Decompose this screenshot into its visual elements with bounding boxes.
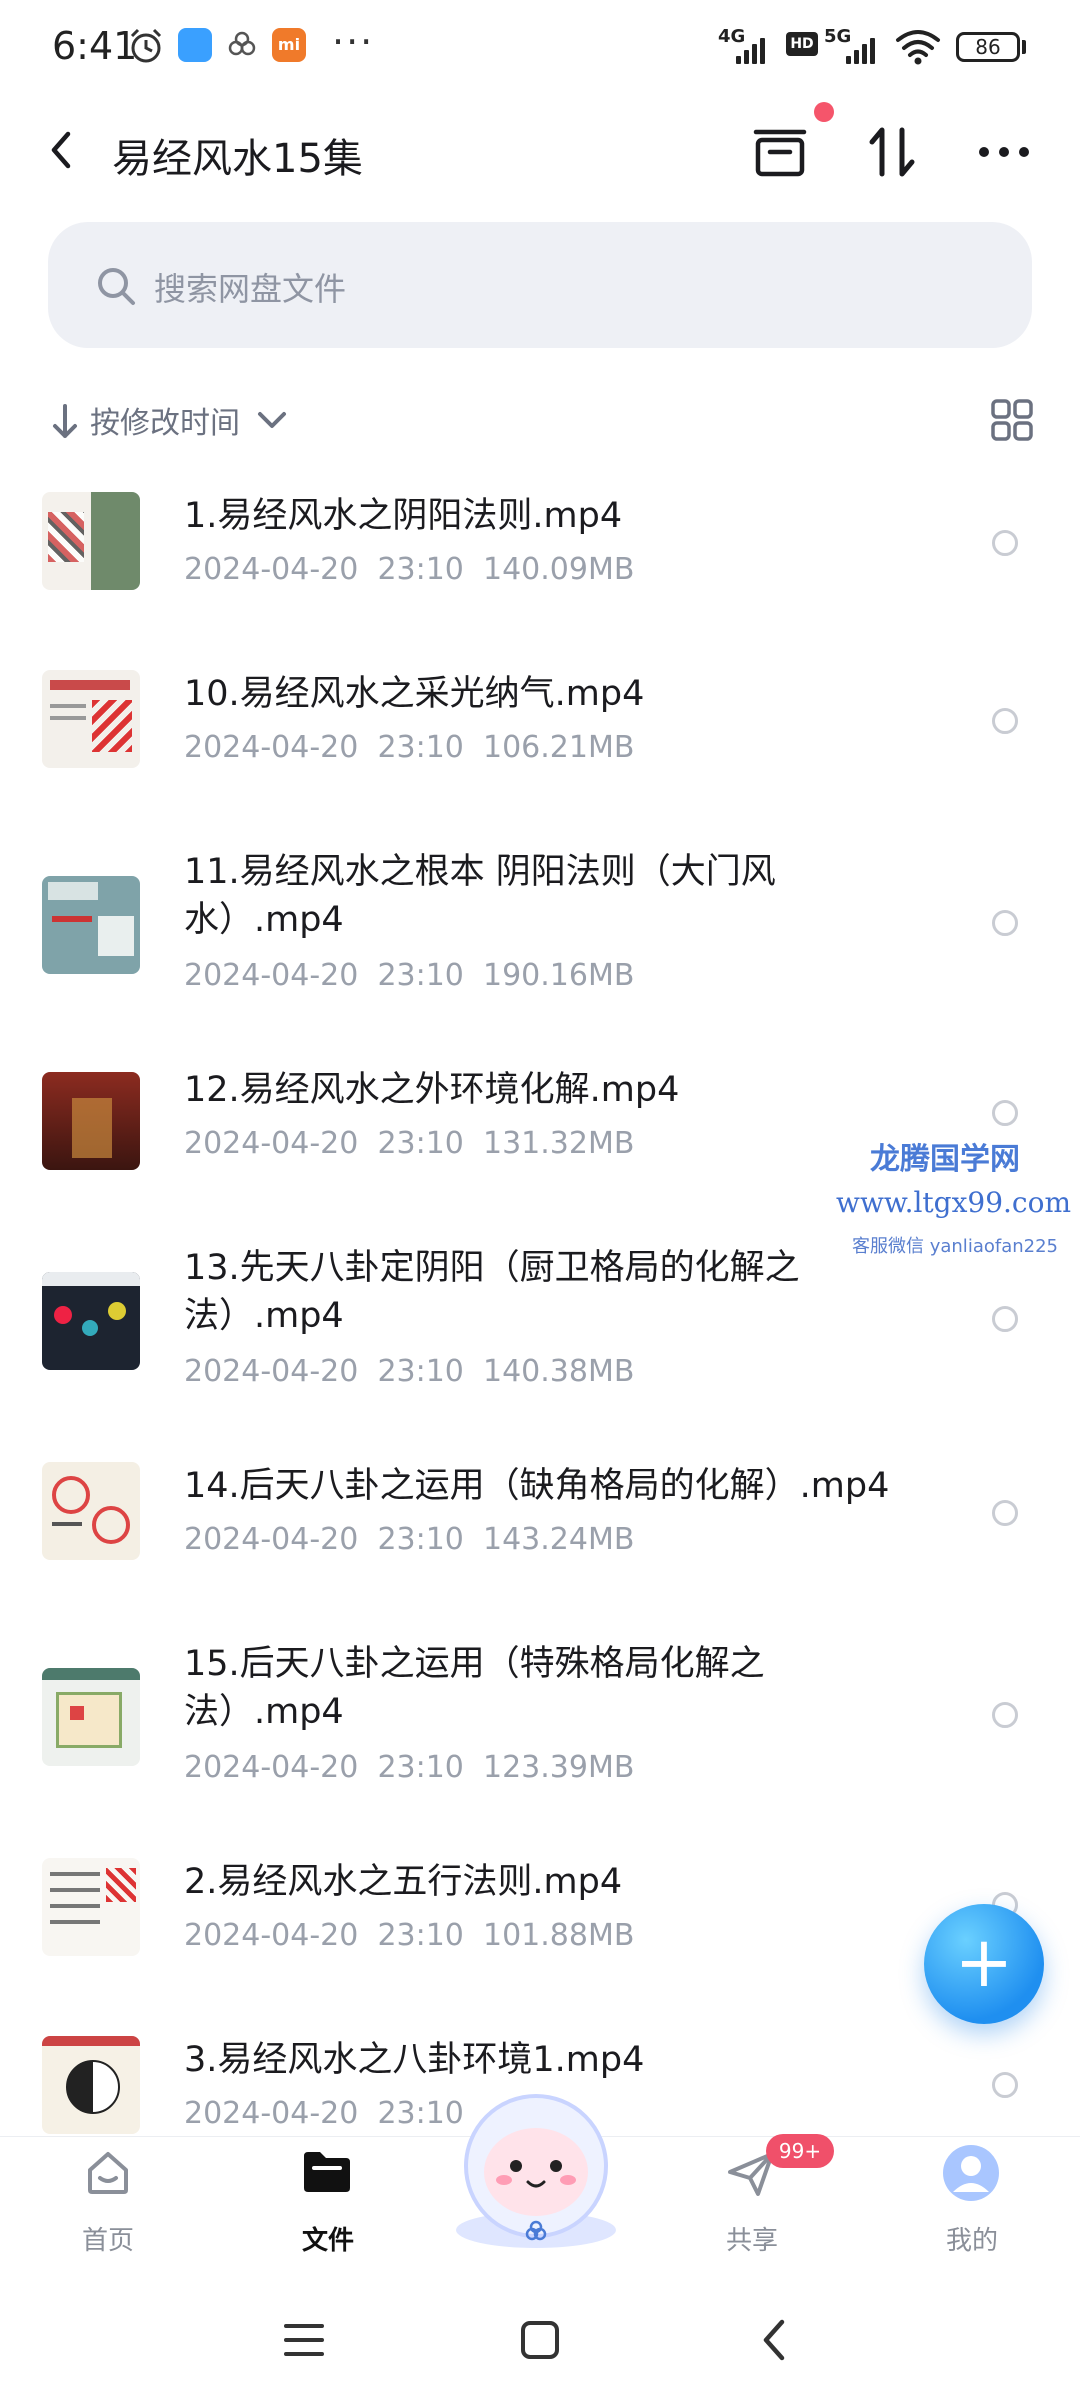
file-name: 10.易经风水之采光纳气.mp4 <box>184 674 645 714</box>
file-name: 11.易经风水之根本 阴阳法则（大门风水）.mp4 <box>184 852 776 940</box>
battery-indicator: 86 <box>956 32 1020 62</box>
tab-files[interactable]: 文件 <box>268 2220 388 2257</box>
watermark-title: 龙腾国学网 <box>870 1142 1020 1177</box>
select-checkbox[interactable] <box>992 1702 1018 1728</box>
home-square-icon[interactable] <box>518 2318 562 2362</box>
grid-view-icon[interactable] <box>990 398 1034 442</box>
select-checkbox[interactable] <box>992 1306 1018 1332</box>
video-thumbnail <box>42 1462 140 1560</box>
video-thumbnail <box>42 1272 140 1370</box>
file-name: 13.先天八卦定阴阳（厨卫格局的化解之法）.mp4 <box>184 1248 800 1336</box>
app-notification-icon <box>178 28 212 62</box>
file-meta: 2024-04-20 23:10 140.09MB <box>184 552 635 587</box>
battery-cap <box>1022 40 1026 54</box>
sort-arrows-icon[interactable] <box>866 124 918 180</box>
sort-down-icon <box>53 404 77 438</box>
notification-dot <box>814 102 834 122</box>
file-name: 3.易经风水之八卦环境1.mp4 <box>184 2040 645 2080</box>
select-checkbox[interactable] <box>992 1100 1018 1126</box>
file-name: 14.后天八卦之运用（缺角格局的化解）.mp4 <box>184 1466 890 1506</box>
file-row[interactable]: 2.易经风水之五行法则.mp4 2024-04-20 23:10 101.88M… <box>0 1856 1080 1976</box>
file-meta: 2024-04-20 23:10 131.32MB <box>184 1126 635 1161</box>
select-checkbox[interactable] <box>992 1500 1018 1526</box>
mascot-ai-button[interactable] <box>440 2080 632 2250</box>
watermark-contact: 客服微信 yanliaofan225 <box>852 1236 1058 1257</box>
video-thumbnail <box>42 2036 140 2134</box>
file-row[interactable]: 11.易经风水之根本 阴阳法则（大门风水）.mp4 2024-04-20 23:… <box>0 846 1080 1016</box>
file-meta: 2024-04-20 23:10 101.88MB <box>184 1918 635 1953</box>
file-name: 2.易经风水之五行法则.mp4 <box>184 1862 623 1902</box>
hd-badge: HD <box>786 32 818 56</box>
alarm-icon <box>130 28 162 63</box>
file-name: 12.易经风水之外环境化解.mp4 <box>184 1070 680 1110</box>
menu-icon[interactable] <box>282 2320 326 2360</box>
video-thumbnail <box>42 876 140 974</box>
file-row[interactable]: 14.后天八卦之运用（缺角格局的化解）.mp4 2024-04-20 23:10… <box>0 1460 1080 1580</box>
watermark-url: www.ltgx99.com <box>836 1186 1072 1219</box>
search-input[interactable]: 搜索网盘文件 <box>154 264 346 310</box>
select-checkbox[interactable] <box>992 708 1018 734</box>
file-meta: 2024-04-20 23:10 140.38MB <box>184 1354 635 1389</box>
status-time: 6:41 <box>52 24 138 68</box>
file-name: 1.易经风水之阴阳法则.mp4 <box>184 496 623 536</box>
file-row[interactable]: 10.易经风水之采光纳气.mp4 2024-04-20 23:10 106.21… <box>0 668 1080 788</box>
tab-home[interactable]: 首页 <box>48 2220 168 2257</box>
cloud-app-icon <box>228 31 256 56</box>
signal-5g-icon <box>846 34 875 64</box>
file-row[interactable]: 13.先天八卦定阴阳（厨卫格局的化解之法）.mp4 2024-04-20 23:… <box>0 1242 1080 1412</box>
profile-icon[interactable] <box>942 2144 1000 2202</box>
video-thumbnail <box>42 492 140 590</box>
status-overflow-icon: ··· <box>332 20 375 64</box>
add-button[interactable]: + <box>924 1904 1044 2024</box>
tab-me[interactable]: 我的 <box>912 2220 1032 2257</box>
sort-dropdown[interactable]: 按修改时间 <box>90 398 240 442</box>
select-checkbox[interactable] <box>992 530 1018 556</box>
more-options-icon[interactable] <box>976 142 1032 162</box>
file-row[interactable]: 1.易经风水之阴阳法则.mp4 2024-04-20 23:10 140.09M… <box>0 490 1080 610</box>
share-count-badge: 99+ <box>766 2134 834 2168</box>
file-meta: 2024-04-20 23:10 106.21MB <box>184 730 635 765</box>
folder-icon[interactable] <box>300 2148 354 2196</box>
page-title: 易经风水15集 <box>112 136 363 182</box>
file-meta: 2024-04-20 23:10 143.24MB <box>184 1522 635 1557</box>
back-icon[interactable] <box>44 128 80 172</box>
plus-icon: + <box>954 1921 1014 2003</box>
file-meta: 2024-04-20 23:10 190.16MB <box>184 958 635 993</box>
file-name: 15.后天八卦之运用（特殊格局化解之法）.mp4 <box>184 1644 765 1732</box>
video-thumbnail <box>42 1072 140 1170</box>
search-icon <box>98 268 135 305</box>
video-thumbnail <box>42 670 140 768</box>
signal-4g-icon <box>736 34 765 64</box>
file-row[interactable]: 15.后天八卦之运用（特殊格局化解之法）.mp4 2024-04-20 23:1… <box>0 1638 1080 1808</box>
select-checkbox[interactable] <box>992 910 1018 936</box>
select-checkbox[interactable] <box>992 2072 1018 2098</box>
transfer-box-icon[interactable] <box>752 124 808 180</box>
chevron-down-icon[interactable] <box>256 408 288 432</box>
mi-app-icon: mi <box>272 28 306 62</box>
home-icon[interactable] <box>82 2146 134 2198</box>
file-meta: 2024-04-20 23:10 123.39MB <box>184 1750 635 1785</box>
nav-back-icon[interactable] <box>758 2316 790 2364</box>
tab-share[interactable]: 共享 <box>692 2220 812 2257</box>
video-thumbnail <box>42 1858 140 1956</box>
video-thumbnail <box>42 1668 140 1766</box>
wifi-icon <box>896 30 940 65</box>
